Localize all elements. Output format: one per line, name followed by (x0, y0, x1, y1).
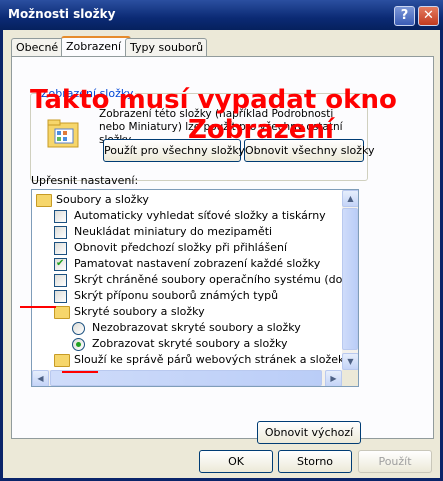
checkbox[interactable] (54, 226, 67, 239)
option-label: Nezobrazovat skryté soubory a složky (92, 321, 301, 334)
folder-icon (54, 306, 70, 319)
apply-button[interactable]: Použít (358, 450, 432, 473)
advanced-settings-tree[interactable]: Soubory a složky Automaticky vyhledat sí… (31, 189, 359, 387)
tree-item-label: Slouží ke správě párů webových stránek a… (74, 353, 342, 366)
cancel-button[interactable]: Storno (278, 450, 352, 473)
dialog-body: Obecné Zobrazení Typy souborů Zobrazení … (3, 30, 440, 478)
radio-button[interactable] (72, 322, 85, 335)
option-label: Pamatovat nastavení zobrazení každé slož… (74, 257, 321, 270)
option-label: Neukládat miniatury do mezipaměti (74, 225, 273, 238)
checkbox[interactable] (54, 210, 67, 223)
option-label: Skrýt chráněné soubory operačního systém… (74, 273, 342, 286)
window-title: Možnosti složky (8, 7, 116, 21)
folder-views-icon (47, 119, 79, 148)
annotation-line-1: Takto musí vypadat okno (30, 85, 397, 115)
restore-defaults-button[interactable]: Obnovit výchozí (257, 421, 361, 444)
ok-button[interactable]: OK (199, 450, 273, 473)
tree-viewport: Soubory a složky Automaticky vyhledat sí… (32, 190, 342, 370)
checkbox[interactable] (54, 274, 67, 287)
tab-general[interactable]: Obecné (11, 38, 65, 57)
checkbox[interactable] (54, 242, 67, 255)
checkbox[interactable] (54, 290, 67, 303)
highlight-marker-show-hidden (62, 371, 98, 373)
scroll-up-arrow-icon[interactable]: ▲ (342, 190, 358, 207)
title-bar[interactable]: Možnosti složky ? ✕ (0, 0, 443, 30)
tree-item-label: Skryté soubory a složky (74, 305, 205, 318)
scroll-down-arrow-icon[interactable]: ▼ (342, 353, 358, 370)
scroll-right-arrow-icon[interactable]: ▶ (325, 370, 342, 386)
highlight-marker-hide-protected (20, 306, 56, 308)
folder-options-window: Možnosti složky ? ✕ Obecné Zobrazení Typ… (0, 0, 443, 481)
checkbox-checked[interactable] (54, 256, 67, 272)
annotation-line-2: Zobrazení (188, 115, 334, 145)
close-button[interactable]: ✕ (418, 6, 439, 26)
advanced-settings-label: Upřesnit nastavení: (31, 174, 139, 187)
option-label: Skrýt příponu souborů známých typů (74, 289, 279, 302)
scrollbar-corner (342, 370, 358, 386)
vertical-scroll-thumb[interactable] (342, 208, 358, 350)
tree-item-label: Soubory a složky (56, 193, 149, 206)
scroll-left-arrow-icon[interactable]: ◀ (32, 370, 49, 386)
vertical-scrollbar[interactable]: ▲ ▼ (342, 190, 358, 370)
folder-icon (54, 354, 70, 367)
help-button[interactable]: ? (394, 6, 415, 26)
option-label: Obnovit předchozí složky při přihlášení (74, 241, 287, 254)
view-tab-panel: Zobrazení složky Zobrazení této složky (… (11, 56, 434, 444)
radio-button-selected[interactable] (72, 338, 85, 351)
option-label: Automaticky vyhledat síťové složky a tis… (74, 209, 326, 222)
tab-file-types[interactable]: Typy souborů (125, 38, 207, 57)
option-label: Zobrazovat skryté soubory a složky (92, 337, 288, 350)
folder-icon (36, 194, 52, 207)
